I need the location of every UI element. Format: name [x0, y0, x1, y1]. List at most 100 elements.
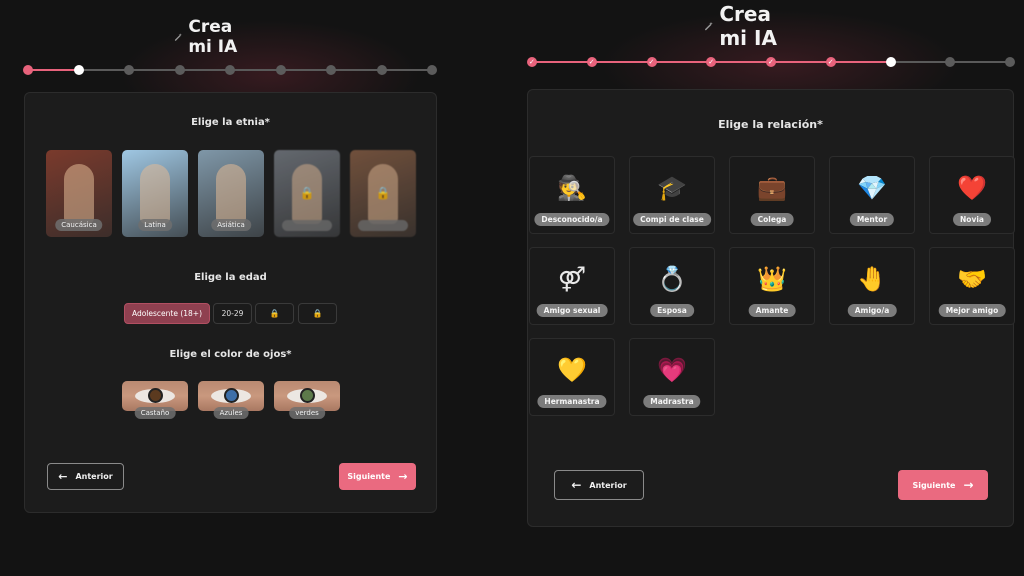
- relation-label: Mentor: [849, 213, 895, 226]
- relation-icon: 👑: [757, 265, 787, 293]
- relation-icon: 💼: [757, 174, 787, 202]
- relation-icon: 🕵: [557, 174, 587, 202]
- lock-icon: 🔒: [375, 186, 391, 200]
- relation-label: Colega: [750, 213, 794, 226]
- page-title: Crea mi IA: [704, 2, 780, 50]
- ethnicity-label: [358, 220, 408, 231]
- relation-icon: 🤚: [857, 265, 887, 293]
- relation-icon: 💍: [657, 265, 687, 293]
- age-label: 20-29: [221, 309, 244, 318]
- check-icon: ✓: [827, 58, 834, 66]
- progress-stepper: [23, 64, 437, 76]
- relation-option[interactable]: ❤️ Novia: [929, 156, 1015, 234]
- step-dot: ✓: [586, 57, 597, 67]
- check-icon: ✓: [708, 58, 715, 66]
- step-dot: ✓: [527, 57, 537, 67]
- step-dot: [23, 65, 33, 75]
- eye-color-label: Azules: [213, 407, 249, 419]
- relation-label: Compi de clase: [633, 213, 711, 226]
- relation-option[interactable]: 💗 Madrastra: [629, 338, 715, 416]
- age-label: Adolescente (18+): [131, 309, 203, 318]
- ethnicity-option[interactable]: Asiática: [198, 150, 264, 237]
- step-dot: [1005, 57, 1015, 67]
- creation-card: Elige la etnia* Caucásica Latina Asiática 🔒…: [24, 92, 437, 513]
- relation-icon: 💗: [657, 356, 687, 384]
- relation-option[interactable]: ⚤ Amigo sexual: [529, 247, 615, 325]
- step-dot: [225, 65, 235, 75]
- relation-option[interactable]: 🤚 Amigo/a: [829, 247, 915, 325]
- relation-icon: 🎓: [657, 174, 687, 202]
- next-button[interactable]: Siguiente →: [898, 470, 988, 500]
- step-dot: [427, 65, 437, 75]
- relation-label: Esposa: [650, 304, 694, 317]
- portrait-image: [64, 164, 94, 224]
- ethnicity-option[interactable]: 🔒: [350, 150, 416, 237]
- lock-icon: 🔒: [269, 309, 280, 318]
- eye-color-label: Castaño: [134, 407, 176, 419]
- next-button[interactable]: Siguiente →: [339, 463, 416, 490]
- age-option[interactable]: 🔒: [255, 303, 294, 324]
- ethnicity-label: Latina: [138, 219, 172, 231]
- page-title-text: Crea mi IA: [188, 17, 238, 57]
- prev-button[interactable]: ← Anterior: [554, 470, 644, 500]
- ethnicity-option[interactable]: Caucásica: [46, 150, 112, 237]
- section-title-ethnicity: Elige la etnia*: [191, 117, 270, 128]
- next-button-label: Siguiente: [912, 480, 956, 490]
- step-dot: [174, 65, 185, 75]
- relation-option[interactable]: 🎓 Compi de clase: [629, 156, 715, 234]
- eye-color-label: verdes: [289, 407, 325, 419]
- relation-icon: ❤️: [957, 174, 987, 202]
- relation-option[interactable]: 💎 Mentor: [829, 156, 915, 234]
- creation-card: Elige la relación* 🕵 Desconocido/a 🎓 Compi …: [527, 89, 1015, 527]
- check-icon: ✓: [648, 58, 655, 66]
- relation-label: Amigo/a: [847, 304, 897, 317]
- stepper-progress: [28, 69, 79, 71]
- check-icon: ✓: [588, 58, 595, 66]
- prev-button[interactable]: ← Anterior: [47, 463, 124, 490]
- lock-icon: 🔒: [299, 186, 315, 200]
- step-dot: ✓: [646, 57, 657, 67]
- relation-option[interactable]: 🤝 Mejor amigo: [929, 247, 1015, 325]
- step-dot: [275, 65, 286, 75]
- step-dot: [885, 57, 896, 67]
- arrow-right-icon: →: [963, 478, 974, 492]
- ethnicity-label: Caucásica: [55, 219, 103, 231]
- relation-icon: 🤝: [957, 265, 987, 293]
- relation-icon: 💛: [557, 356, 587, 384]
- relation-label: Desconocido/a: [534, 213, 610, 226]
- relation-option[interactable]: 🕵 Desconocido/a: [529, 156, 615, 234]
- magic-wand-icon: [174, 33, 182, 41]
- arrow-left-icon: ←: [571, 478, 582, 492]
- step-dot: [73, 65, 84, 75]
- step-dot: [945, 57, 956, 67]
- relation-label: Amante: [748, 304, 796, 317]
- ethnicity-label: Asiática: [211, 219, 251, 231]
- step-dot: ✓: [825, 57, 836, 67]
- ethnicity-label: [282, 220, 332, 231]
- relation-option[interactable]: 💛 Hermanastra: [529, 338, 615, 416]
- section-title-relation: Elige la relación*: [718, 118, 823, 131]
- page-title: Crea mi IA: [174, 17, 240, 57]
- eye-iris: [148, 388, 163, 403]
- relation-label: Novia: [953, 213, 991, 226]
- eye-iris: [300, 388, 315, 403]
- prev-button-label: Anterior: [75, 472, 113, 481]
- relation-option[interactable]: 💍 Esposa: [629, 247, 715, 325]
- eye-iris: [224, 388, 239, 403]
- relation-option[interactable]: 👑 Amante: [729, 247, 815, 325]
- step-dot: [376, 65, 387, 75]
- progress-stepper: ✓ ✓ ✓ ✓ ✓ ✓: [527, 56, 1015, 68]
- section-title-eye-color: Elige el color de ojos*: [169, 349, 292, 360]
- age-option[interactable]: 20-29: [213, 303, 252, 324]
- age-option[interactable]: 🔒: [298, 303, 337, 324]
- relation-option[interactable]: 💼 Colega: [729, 156, 815, 234]
- age-option[interactable]: Adolescente (18+): [124, 303, 210, 324]
- ethnicity-option[interactable]: Latina: [122, 150, 188, 237]
- next-button-label: Siguiente: [347, 472, 391, 481]
- step-dot: [326, 65, 336, 75]
- ethnicity-option[interactable]: 🔒: [274, 150, 340, 237]
- magic-wand-icon: [705, 21, 713, 31]
- relation-label: Madrastra: [643, 395, 701, 408]
- portrait-image: [140, 164, 170, 224]
- step-dot: ✓: [766, 57, 776, 67]
